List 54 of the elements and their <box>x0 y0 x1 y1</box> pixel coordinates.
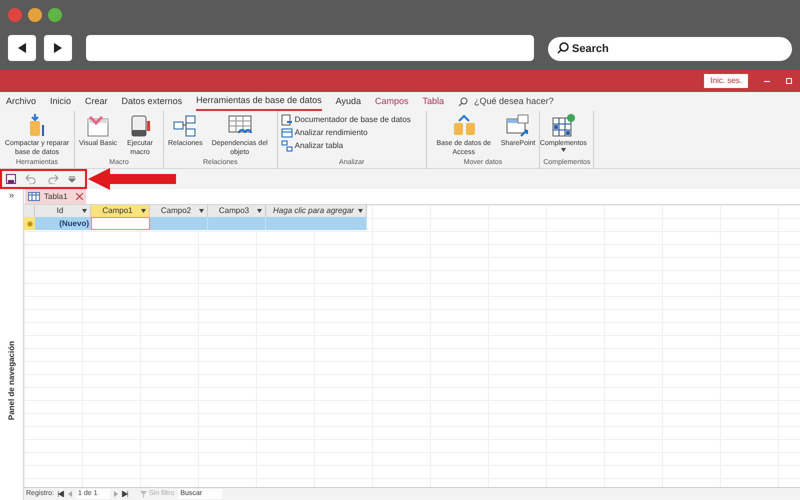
table-icon <box>28 192 40 201</box>
ribbon-tab[interactable]: Crear <box>85 92 108 111</box>
close-icon[interactable] <box>76 193 83 200</box>
tab-label: Tabla1 <box>44 190 68 202</box>
column-header[interactable]: Campo2 <box>150 205 208 217</box>
caret-icon[interactable] <box>141 209 146 213</box>
document-icon <box>280 114 293 126</box>
back-button[interactable] <box>8 35 36 61</box>
minimize-icon[interactable] <box>764 80 770 82</box>
column-header[interactable]: Haga clic para agregar <box>266 205 367 217</box>
search-icon <box>458 96 468 106</box>
ribbon-button[interactable]: Analizar tabla <box>280 140 411 152</box>
asterisk-icon <box>26 220 32 226</box>
left-triangle-icon <box>16 42 28 54</box>
column-header[interactable]: Id <box>35 205 91 217</box>
pane-label: Panel de navegación <box>6 341 17 420</box>
search-icon <box>557 42 569 54</box>
next-record-icon[interactable] <box>114 491 118 497</box>
forward-button[interactable] <box>44 35 72 61</box>
search-field[interactable]: Search <box>548 36 792 60</box>
caret-icon[interactable] <box>199 209 204 213</box>
previous-record-icon[interactable] <box>68 491 72 497</box>
ribbon-button[interactable]: Documentador de base de datos <box>280 114 411 126</box>
redo-icon[interactable] <box>46 174 60 184</box>
document-tab[interactable]: Tabla1 <box>25 189 86 204</box>
table-cell[interactable] <box>91 217 150 230</box>
ribbon-tab[interactable]: Inicio <box>50 92 72 111</box>
sign-in-button[interactable]: Inic. ses. <box>704 74 748 88</box>
ribbon-tab[interactable]: Datos externos <box>122 92 182 111</box>
customize-icon[interactable] <box>68 175 76 183</box>
caret-icon[interactable] <box>257 209 262 213</box>
tell-me-field[interactable]: ¿Qué desea hacer? <box>474 94 554 108</box>
expand-pane-button[interactable]: » <box>8 189 14 201</box>
column-header[interactable]: Campo3 <box>208 205 266 217</box>
column-header[interactable]: Campo1 <box>91 205 150 217</box>
restore-icon[interactable] <box>786 78 792 84</box>
ribbon-tab[interactable]: Ayuda <box>336 92 362 111</box>
minimize-window-icon[interactable] <box>28 8 42 22</box>
undo-icon[interactable] <box>24 174 38 184</box>
ribbon-button[interactable]: Analizar rendimiento <box>280 127 411 139</box>
zoom-window-icon[interactable] <box>48 8 62 22</box>
table-cell: (Nuevo) <box>35 217 91 230</box>
table-icon <box>280 127 293 139</box>
caret-icon[interactable] <box>82 209 87 213</box>
right-triangle-icon <box>52 42 64 54</box>
ribbon-tab[interactable]: Tabla <box>422 92 444 111</box>
caret-icon[interactable] <box>358 209 363 213</box>
first-record-icon[interactable] <box>58 491 64 497</box>
ribbon-tab[interactable]: Campos <box>375 92 409 111</box>
filter-icon <box>140 490 148 498</box>
last-record-icon[interactable] <box>122 491 128 497</box>
save-icon[interactable] <box>6 174 16 184</box>
ribbon-tab[interactable]: Archivo <box>6 92 36 111</box>
split-table-icon <box>280 140 293 152</box>
